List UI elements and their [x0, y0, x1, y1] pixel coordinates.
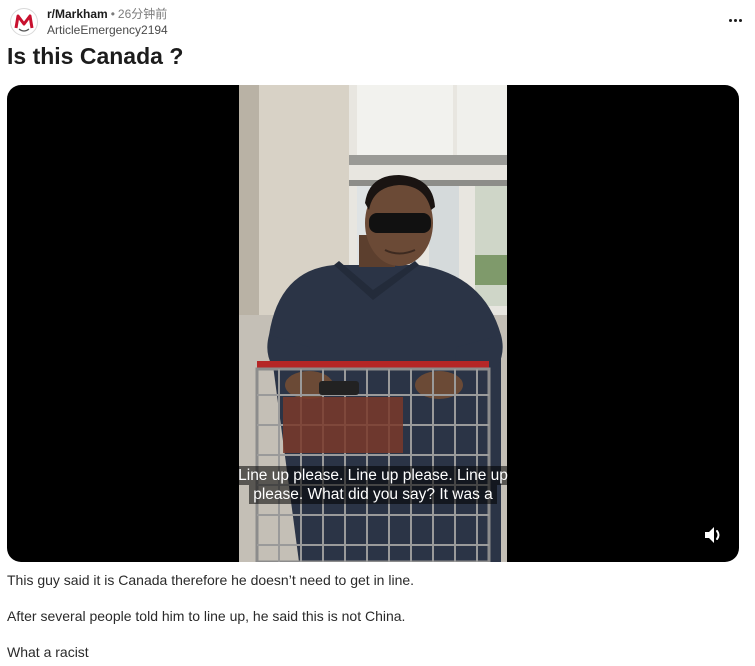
- post-body: This guy said it is Canada therefore he …: [7, 571, 747, 661]
- body-paragraph: This guy said it is Canada therefore he …: [7, 572, 415, 588]
- post-title[interactable]: Is this Canada ?: [7, 42, 183, 70]
- caption-line: Line up please. Line up please. Line up: [234, 466, 512, 485]
- reddit-post: r/Markham • 26分钟前 ArticleEmergency2194 Is …: [0, 0, 755, 666]
- volume-button[interactable]: [703, 524, 725, 546]
- meta-separator: •: [110, 7, 115, 21]
- body-paragraph: What a racist: [7, 644, 89, 660]
- markham-logo-icon: [11, 9, 37, 35]
- body-paragraph: After several people told him to line up…: [7, 608, 406, 624]
- video-player[interactable]: Line up please. Line up please. Line up …: [7, 85, 739, 562]
- more-dot-icon: [733, 18, 737, 22]
- subreddit-avatar[interactable]: [10, 8, 38, 36]
- post-meta-line: r/Markham • 26分钟前: [47, 6, 167, 22]
- more-dot-icon: [728, 18, 732, 22]
- more-dot-icon: [738, 18, 742, 22]
- more-options-button[interactable]: [725, 12, 745, 28]
- speaker-icon: [705, 527, 720, 543]
- post-header: r/Markham • 26分钟前 ArticleEmergency2194: [10, 4, 745, 38]
- post-time: 26分钟前: [117, 7, 168, 21]
- video-captions: Line up please. Line up please. Line up …: [7, 466, 739, 504]
- caption-line: please. What did you say? It was a: [249, 485, 497, 504]
- author-link[interactable]: ArticleEmergency2194: [47, 22, 168, 38]
- subreddit-link[interactable]: r/Markham: [47, 7, 108, 21]
